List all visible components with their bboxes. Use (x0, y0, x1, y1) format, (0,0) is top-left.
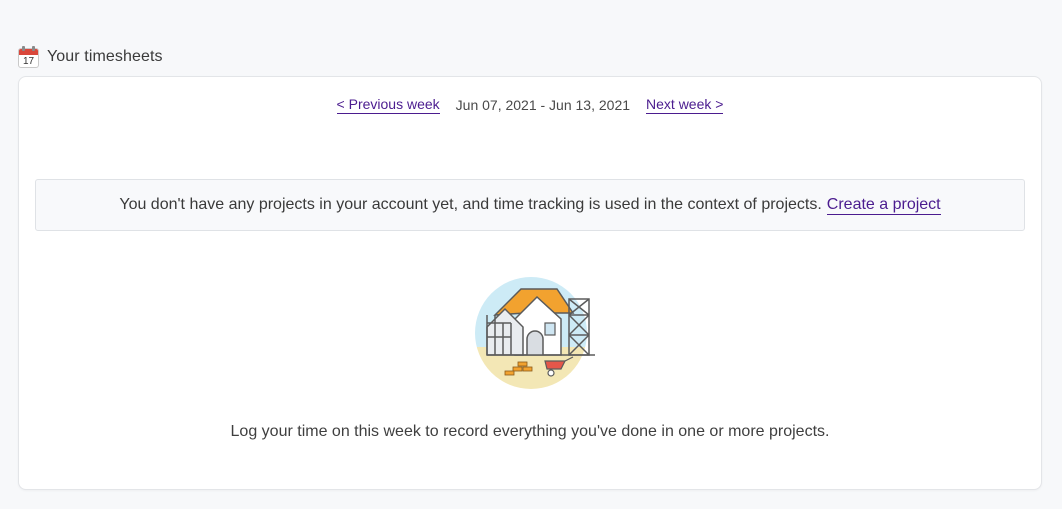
notice-message: You don't have any projects in your acco… (119, 196, 822, 213)
page-header: 17 Your timesheets (18, 46, 163, 68)
calendar-day: 17 (22, 56, 35, 67)
week-navigation: < Previous week Jun 07, 2021 - Jun 13, 2… (19, 96, 1041, 114)
no-projects-notice: You don't have any projects in your acco… (35, 179, 1025, 231)
previous-week-link[interactable]: < Previous week (336, 96, 440, 114)
timesheet-card: < Previous week Jun 07, 2021 - Jun 13, 2… (18, 76, 1042, 490)
next-week-link[interactable]: Next week > (646, 96, 724, 114)
page-title: Your timesheets (47, 48, 163, 65)
week-range: Jun 07, 2021 - Jun 13, 2021 (455, 97, 631, 113)
empty-state-message: Log your time on this week to record eve… (230, 423, 830, 440)
create-project-link[interactable]: Create a project (826, 196, 941, 215)
house-construction-illustration (475, 277, 595, 389)
calendar-icon: 17 (18, 46, 39, 68)
